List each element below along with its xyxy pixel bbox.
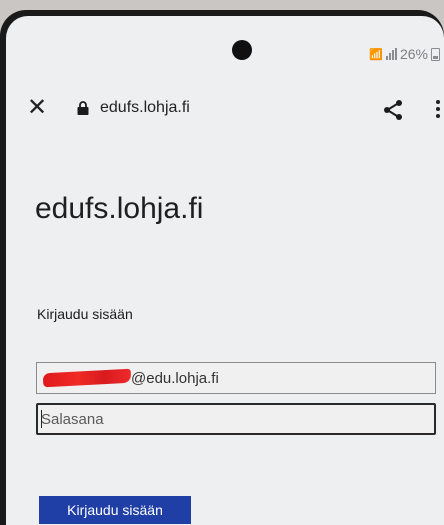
signin-button[interactable]: Kirjaudu sisään xyxy=(39,496,191,524)
email-field[interactable]: @edu.lohja.fi xyxy=(36,362,436,394)
status-bar: 📶 26% xyxy=(6,16,444,72)
text-caret xyxy=(41,410,42,428)
more-vert-icon[interactable] xyxy=(436,100,442,122)
phone-frame: 📶 26% ✕ edufs.lohja.fi edufs.lohja.fi Ki… xyxy=(0,10,444,525)
password-input[interactable] xyxy=(38,405,434,433)
page-title: edufs.lohja.fi xyxy=(35,192,204,225)
battery-icon xyxy=(431,47,440,61)
signin-heading: Kirjaudu sisään xyxy=(37,306,133,322)
wifi-icon: 📶 xyxy=(369,48,383,61)
login-page: edufs.lohja.fi Kirjaudu sisään @edu.lohj… xyxy=(6,146,444,525)
email-value: @edu.lohja.fi xyxy=(131,369,219,387)
front-camera xyxy=(232,40,252,60)
signal-icon xyxy=(385,48,397,60)
battery-percent: 26% xyxy=(399,46,428,62)
redaction-mark xyxy=(42,368,132,388)
browser-toolbar: ✕ edufs.lohja.fi xyxy=(6,74,444,146)
phone-screen: 📶 26% ✕ edufs.lohja.fi edufs.lohja.fi Ki… xyxy=(6,16,444,525)
lock-icon xyxy=(77,101,89,115)
url-text[interactable]: edufs.lohja.fi xyxy=(100,99,190,117)
status-indicators: 📶 26% xyxy=(369,46,440,62)
close-icon[interactable]: ✕ xyxy=(24,94,50,121)
share-icon[interactable] xyxy=(381,98,405,122)
password-field[interactable] xyxy=(36,403,436,435)
